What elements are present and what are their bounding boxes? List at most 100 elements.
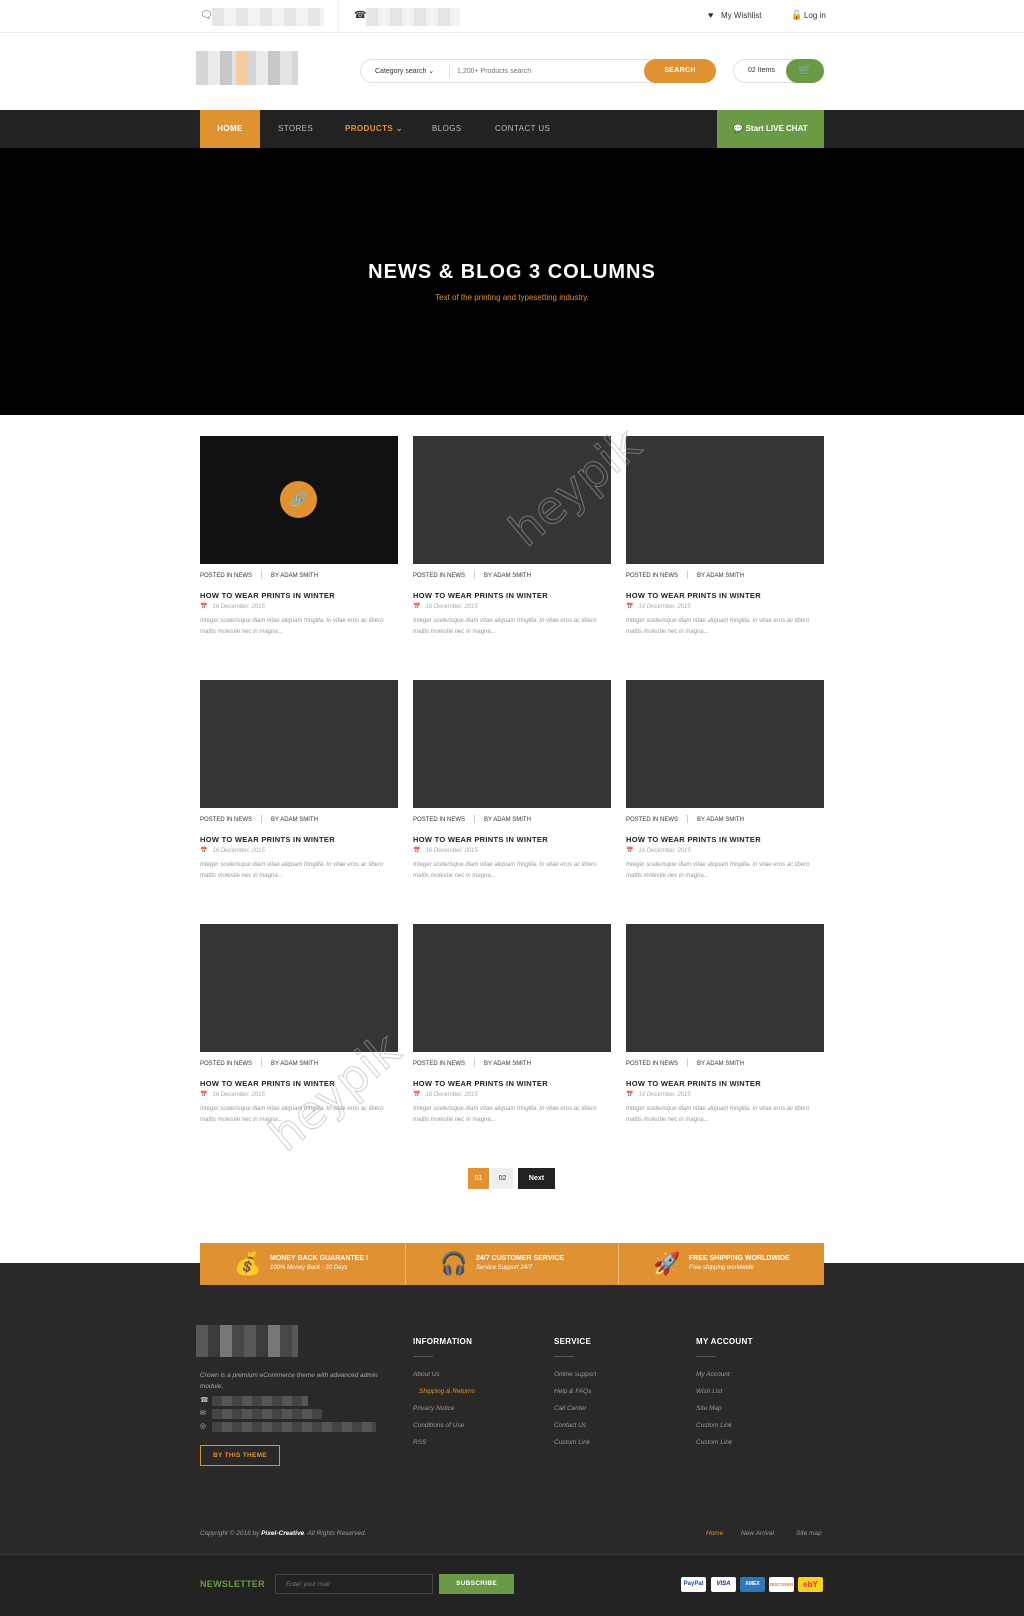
calendar-icon: 📅 bbox=[413, 1092, 421, 1098]
post-excerpt: Integer scelerisque diam vitae aliquam f… bbox=[626, 862, 810, 879]
post-author[interactable]: BY ADAM SMITH bbox=[697, 817, 744, 823]
post-author[interactable]: BY ADAM SMITH bbox=[697, 573, 744, 579]
copyright-brand-link[interactable]: Pixel-Creative bbox=[261, 1530, 304, 1537]
post-author[interactable]: BY ADAM SMITH bbox=[271, 1061, 318, 1067]
post-excerpt: Integer scelerisque diam vitae aliquam f… bbox=[200, 862, 384, 879]
footer-logo[interactable] bbox=[196, 1325, 298, 1357]
by-theme-button[interactable]: BY THIS THEME bbox=[200, 1445, 280, 1466]
post-category[interactable]: POSTED IN NEWS bbox=[200, 573, 252, 579]
post-title[interactable]: HOW TO WEAR PRINTS IN WINTER bbox=[413, 1079, 611, 1088]
link-icon[interactable]: 🔗 bbox=[280, 481, 317, 518]
post-excerpt: Integer scelerisque diam vitae aliquam f… bbox=[626, 1106, 810, 1123]
cart[interactable]: 02 Items 🛒 bbox=[733, 59, 824, 83]
post-thumbnail[interactable] bbox=[626, 436, 824, 564]
nav-contact[interactable]: CONTACT US bbox=[495, 110, 550, 148]
footer-new-arrival-link[interactable]: New Arrival bbox=[741, 1530, 774, 1537]
footer-col-service: SERVICE Online support Help & FAQs Call … bbox=[554, 1337, 596, 1456]
category-select[interactable]: Category search ⌄ bbox=[375, 67, 434, 75]
post-category[interactable]: POSTED IN NEWS bbox=[413, 573, 465, 579]
blog-post: POSTED IN NEWS BY ADAM SMITH HOW TO WEAR … bbox=[200, 924, 398, 1126]
post-author[interactable]: BY ADAM SMITH bbox=[697, 1061, 744, 1067]
subscribe-button[interactable]: SUBSCRIBE bbox=[439, 1574, 514, 1594]
post-thumbnail[interactable] bbox=[200, 924, 398, 1052]
discover-icon: DISCOVER bbox=[769, 1577, 794, 1592]
post-author[interactable]: BY ADAM SMITH bbox=[484, 817, 531, 823]
footer-col-my-account: MY ACCOUNT My Account Wish List Site Map… bbox=[696, 1337, 753, 1456]
footer-sitemap-link[interactable]: Site map bbox=[796, 1530, 822, 1537]
calendar-icon: 📅 bbox=[413, 604, 421, 610]
post-category[interactable]: POSTED IN NEWS bbox=[626, 817, 678, 823]
post-thumbnail[interactable] bbox=[200, 680, 398, 808]
nav-blogs[interactable]: BLOGS bbox=[432, 110, 462, 148]
post-author[interactable]: BY ADAM SMITH bbox=[484, 573, 531, 579]
footer-link[interactable]: Privacy Notice bbox=[413, 1405, 475, 1422]
page-1-button[interactable]: 01 bbox=[468, 1168, 489, 1189]
search-button[interactable]: SEARCH bbox=[644, 59, 716, 83]
headset-icon: 🎧 bbox=[440, 1251, 468, 1276]
post-title[interactable]: HOW TO WEAR PRINTS IN WINTER bbox=[200, 835, 398, 844]
post-title[interactable]: HOW TO WEAR PRINTS IN WINTER bbox=[200, 591, 398, 600]
nav-products[interactable]: PRODUCTS ⌄ bbox=[345, 110, 403, 148]
phone-icon: ☎ bbox=[354, 10, 367, 21]
footer-link[interactable]: Custom Link bbox=[696, 1422, 753, 1439]
footer-link[interactable]: Custom Link bbox=[554, 1439, 596, 1456]
search-input[interactable] bbox=[457, 64, 627, 79]
basket-icon[interactable]: 🛒 bbox=[786, 59, 824, 83]
next-page-button[interactable]: Next bbox=[518, 1168, 555, 1189]
post-thumbnail[interactable]: 🔗 bbox=[200, 436, 398, 564]
post-excerpt: Integer scelerisque diam vitae aliquam f… bbox=[200, 618, 384, 635]
login-link[interactable]: Log in bbox=[804, 11, 826, 20]
footer-link[interactable]: My Account bbox=[696, 1371, 753, 1388]
footer-link[interactable]: Shipping & Returns bbox=[413, 1388, 475, 1405]
site-logo[interactable] bbox=[196, 51, 298, 85]
post-category[interactable]: POSTED IN NEWS bbox=[626, 573, 678, 579]
post-category[interactable]: POSTED IN NEWS bbox=[200, 817, 252, 823]
post-author[interactable]: BY ADAM SMITH bbox=[271, 817, 318, 823]
newsletter-email-input[interactable] bbox=[275, 1574, 433, 1594]
footer-link[interactable]: Site Map bbox=[696, 1405, 753, 1422]
blog-post: POSTED IN NEWS BY ADAM SMITH HOW TO WEAR … bbox=[626, 924, 824, 1126]
footer-link[interactable]: Wish List bbox=[696, 1388, 753, 1405]
post-category[interactable]: POSTED IN NEWS bbox=[413, 817, 465, 823]
footer-link[interactable]: Contact Us bbox=[554, 1422, 596, 1439]
footer-link[interactable]: Call Center bbox=[554, 1405, 596, 1422]
footer-home-link[interactable]: Home bbox=[706, 1530, 723, 1537]
post-thumbnail[interactable] bbox=[413, 924, 611, 1052]
post-excerpt: Integer scelerisque diam vitae aliquam f… bbox=[413, 1106, 597, 1123]
post-title[interactable]: HOW TO WEAR PRINTS IN WINTER bbox=[626, 1079, 824, 1088]
footer-link[interactable]: Online support bbox=[554, 1371, 596, 1388]
post-category[interactable]: POSTED IN NEWS bbox=[626, 1061, 678, 1067]
blurred-phone bbox=[366, 8, 460, 26]
visa-icon: VISA bbox=[711, 1577, 736, 1592]
nav-stores[interactable]: STORES bbox=[278, 110, 313, 148]
live-chat-button[interactable]: 💬 Start LIVE CHAT bbox=[717, 110, 824, 156]
page-2-button[interactable]: 02 bbox=[492, 1168, 513, 1189]
post-title[interactable]: HOW TO WEAR PRINTS IN WINTER bbox=[413, 591, 611, 600]
wishlist-link[interactable]: My Wishlist bbox=[721, 11, 761, 20]
footer-link[interactable]: Conditions of Use bbox=[413, 1422, 475, 1439]
footer-link[interactable]: About Us bbox=[413, 1371, 475, 1388]
post-author[interactable]: BY ADAM SMITH bbox=[484, 1061, 531, 1067]
post-category[interactable]: POSTED IN NEWS bbox=[413, 1061, 465, 1067]
footer bbox=[0, 1263, 1024, 1554]
post-thumbnail[interactable] bbox=[413, 680, 611, 808]
post-excerpt: Integer scelerisque diam vitae aliquam f… bbox=[413, 862, 597, 879]
footer-link[interactable]: Custom Link bbox=[696, 1439, 753, 1456]
post-author[interactable]: BY ADAM SMITH bbox=[271, 573, 318, 579]
page-subtitle: Text of the printing and typesetting ind… bbox=[435, 293, 589, 302]
post-thumbnail[interactable] bbox=[626, 924, 824, 1052]
post-thumbnail[interactable] bbox=[413, 436, 611, 564]
post-title[interactable]: HOW TO WEAR PRINTS IN WINTER bbox=[413, 835, 611, 844]
footer-link[interactable]: RSS bbox=[413, 1439, 475, 1456]
post-date: 16 December, 2015 bbox=[212, 1092, 265, 1098]
calendar-icon: 📅 bbox=[626, 604, 634, 610]
post-title[interactable]: HOW TO WEAR PRINTS IN WINTER bbox=[626, 591, 824, 600]
post-title[interactable]: HOW TO WEAR PRINTS IN WINTER bbox=[626, 835, 824, 844]
post-title[interactable]: HOW TO WEAR PRINTS IN WINTER bbox=[200, 1079, 398, 1088]
nav-home[interactable]: HOME bbox=[200, 110, 260, 148]
post-thumbnail[interactable] bbox=[626, 680, 824, 808]
calendar-icon: 📅 bbox=[413, 848, 421, 854]
footer-link[interactable]: Help & FAQs bbox=[554, 1388, 596, 1405]
post-category[interactable]: POSTED IN NEWS bbox=[200, 1061, 252, 1067]
post-date: 16 December, 2015 bbox=[638, 1092, 691, 1098]
